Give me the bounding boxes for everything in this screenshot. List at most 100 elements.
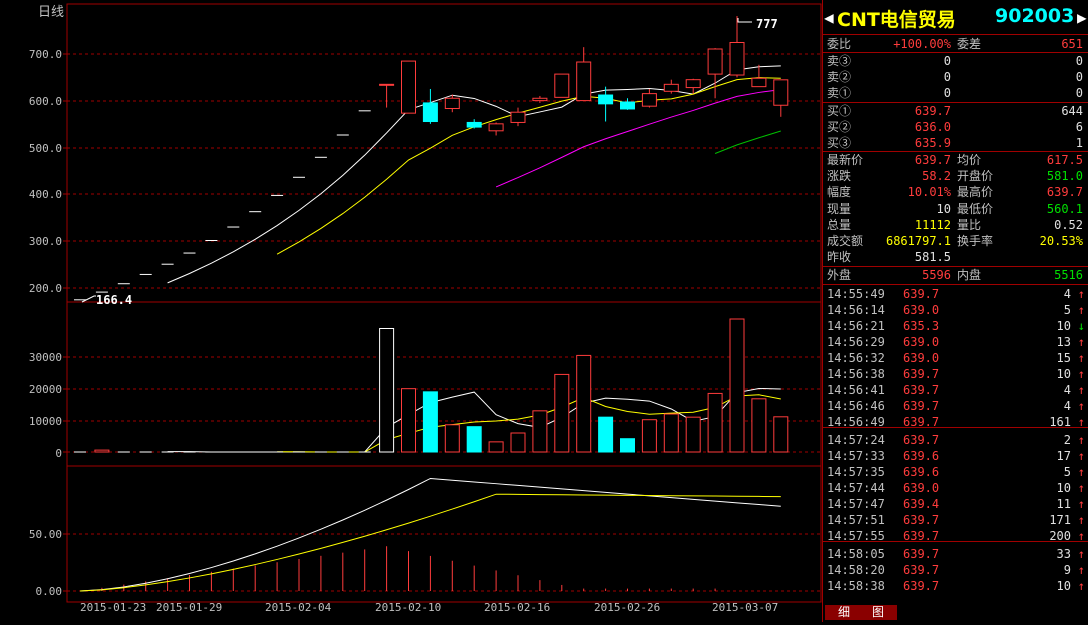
volume-bar xyxy=(576,354,592,453)
candle-body xyxy=(620,101,635,110)
trade-time: 14:57:44 xyxy=(827,481,885,495)
candle-body xyxy=(685,79,701,89)
volume-bar xyxy=(94,449,110,453)
high-marker-label: 777 xyxy=(756,17,778,31)
buy-qty: 1 xyxy=(1075,136,1083,150)
price-tick: 600.0 xyxy=(29,95,62,108)
trade-time: 14:57:51 xyxy=(827,513,885,527)
quote-panel: ◀ CNT电信贸易 902003 ▶ 委比 +100.00% 委差 651 昨收… xyxy=(822,0,1088,622)
candles xyxy=(74,16,789,301)
volume-bar xyxy=(729,318,745,453)
weibi-row: 委比 +100.00% 委差 651 xyxy=(827,36,1085,52)
candle-body xyxy=(773,79,789,106)
trade-time: 14:56:29 xyxy=(827,335,885,349)
arrow-up-icon: ↑ xyxy=(1077,367,1085,381)
prev-stock-icon[interactable]: ◀ xyxy=(824,8,834,27)
trade-row: 14:56:38 639.7 10 ↑ xyxy=(827,366,1085,382)
stat-label: 最新价 xyxy=(827,153,864,167)
volume-bar xyxy=(488,441,504,453)
sell-qty: 0 xyxy=(1075,86,1083,100)
stat-row: 总量 11112 量比 0.52 xyxy=(827,217,1085,233)
trade-qty: 10 xyxy=(1056,579,1071,593)
next-stock-icon[interactable]: ▶ xyxy=(1077,8,1087,27)
stat-value: 10.01% xyxy=(907,185,951,200)
trade-price: 635.3 xyxy=(903,319,940,333)
stat-value: 11112 xyxy=(914,217,951,232)
arrow-up-icon: ↑ xyxy=(1077,449,1085,463)
stat-row: 成交额 6861797.1 换手率 20.53% xyxy=(827,233,1085,249)
candle-body xyxy=(641,93,657,107)
tab-detail[interactable]: 细 xyxy=(825,605,863,620)
stat-label: 开盘价 xyxy=(957,169,994,184)
stat-label: 现量 xyxy=(827,201,852,216)
sell-row: 卖② 0 0 xyxy=(827,69,1085,85)
trade-time: 14:58:38 xyxy=(827,579,885,593)
waipan-row: 外盘 5596 内盘 5516 xyxy=(827,267,1085,283)
low-marker-line xyxy=(81,295,96,303)
stat-value: 58.2 xyxy=(922,169,951,184)
volume-tick: 10000 xyxy=(29,415,62,428)
trade-qty: 10 xyxy=(1056,367,1071,381)
stat-value: 617.5 xyxy=(1046,153,1083,167)
trade-qty: 5 xyxy=(1063,465,1071,479)
trade-row: 14:57:47 639.4 11 ↑ xyxy=(827,496,1085,512)
high-marker-line xyxy=(737,18,752,23)
weibi-value: +100.00% xyxy=(893,37,951,51)
trade-qty: 4 xyxy=(1063,399,1071,413)
stat-value: 0.52 xyxy=(1054,217,1083,232)
trade-row: 14:56:46 639.7 4 ↑ xyxy=(827,398,1085,414)
stat-row: 最新价 639.7 均价 617.5 xyxy=(827,152,1085,168)
trade-price: 639.0 xyxy=(903,303,940,317)
low-marker-label: 166.4 xyxy=(96,293,132,307)
trade-price: 639.0 xyxy=(903,481,940,495)
sell-label: 卖① xyxy=(827,86,852,100)
price-tick: 300.0 xyxy=(29,235,62,248)
trade-qty: 5 xyxy=(1063,303,1071,317)
candle-body xyxy=(729,41,745,76)
trade-qty: 10 xyxy=(1056,481,1071,495)
sell-price: 0 xyxy=(943,70,951,84)
volume-bar xyxy=(554,373,570,453)
buy-row: 买① 639.7 644 xyxy=(827,103,1085,119)
period-label[interactable]: 日线 xyxy=(38,5,64,20)
candle-body xyxy=(379,83,395,86)
stat-value: 20.53% xyxy=(1039,234,1083,248)
kline-chart-area[interactable]: 日线 777 166.4 700.0 600.0 500.0 400.0 300… xyxy=(0,0,822,622)
kline-chart[interactable]: 日线 777 166.4 700.0 600.0 500.0 400.0 300… xyxy=(0,0,822,622)
buy-label: 买② xyxy=(827,120,852,134)
date-label: 2015-02-04 xyxy=(265,601,332,614)
stat-value: 560.1 xyxy=(1046,201,1083,216)
trade-price: 639.7 xyxy=(903,383,940,397)
trade-price: 639.0 xyxy=(903,335,940,349)
waipan-label: 外盘 xyxy=(827,268,852,282)
volume-bar xyxy=(598,416,614,453)
price-tick: 200.0 xyxy=(29,282,62,295)
trade-price: 639.7 xyxy=(903,513,940,527)
trade-row: 14:56:14 639.0 5 ↑ xyxy=(827,302,1085,318)
stock-code: 902003 xyxy=(995,5,1075,27)
volume-tick: 0 xyxy=(55,447,62,460)
trade-row: 14:57:51 639.7 171 ↑ xyxy=(827,512,1085,528)
trade-price: 639.6 xyxy=(903,465,940,479)
trade-price: 639.7 xyxy=(903,563,940,577)
trade-time: 14:56:38 xyxy=(827,367,885,381)
stat-value: 581.0 xyxy=(1046,169,1083,184)
arrow-up-icon: ↑ xyxy=(1077,579,1085,593)
neipan-value: 5516 xyxy=(1054,268,1083,282)
trade-time: 14:57:35 xyxy=(827,465,885,479)
tab-chart[interactable]: 图 xyxy=(859,605,897,620)
zuoshou-row: 昨收 581.5 xyxy=(827,249,1085,265)
trade-row: 14:56:21 635.3 10 ↓ xyxy=(827,318,1085,334)
panel-tabs: 细 图 xyxy=(823,603,1088,622)
indicator-tick: 0.00 xyxy=(36,585,63,598)
ma-line xyxy=(167,65,781,284)
moving-average-lines xyxy=(167,65,781,284)
sell-qty: 0 xyxy=(1075,54,1083,68)
stat-label: 涨跌 xyxy=(827,169,852,184)
trade-time: 14:55:49 xyxy=(827,287,885,301)
date-label: 2015-02-16 xyxy=(484,601,550,614)
stat-label: 总量 xyxy=(827,217,852,232)
volume-bar xyxy=(620,438,635,453)
date-label: 2015-03-07 xyxy=(712,601,778,614)
volume-bar xyxy=(422,391,438,453)
